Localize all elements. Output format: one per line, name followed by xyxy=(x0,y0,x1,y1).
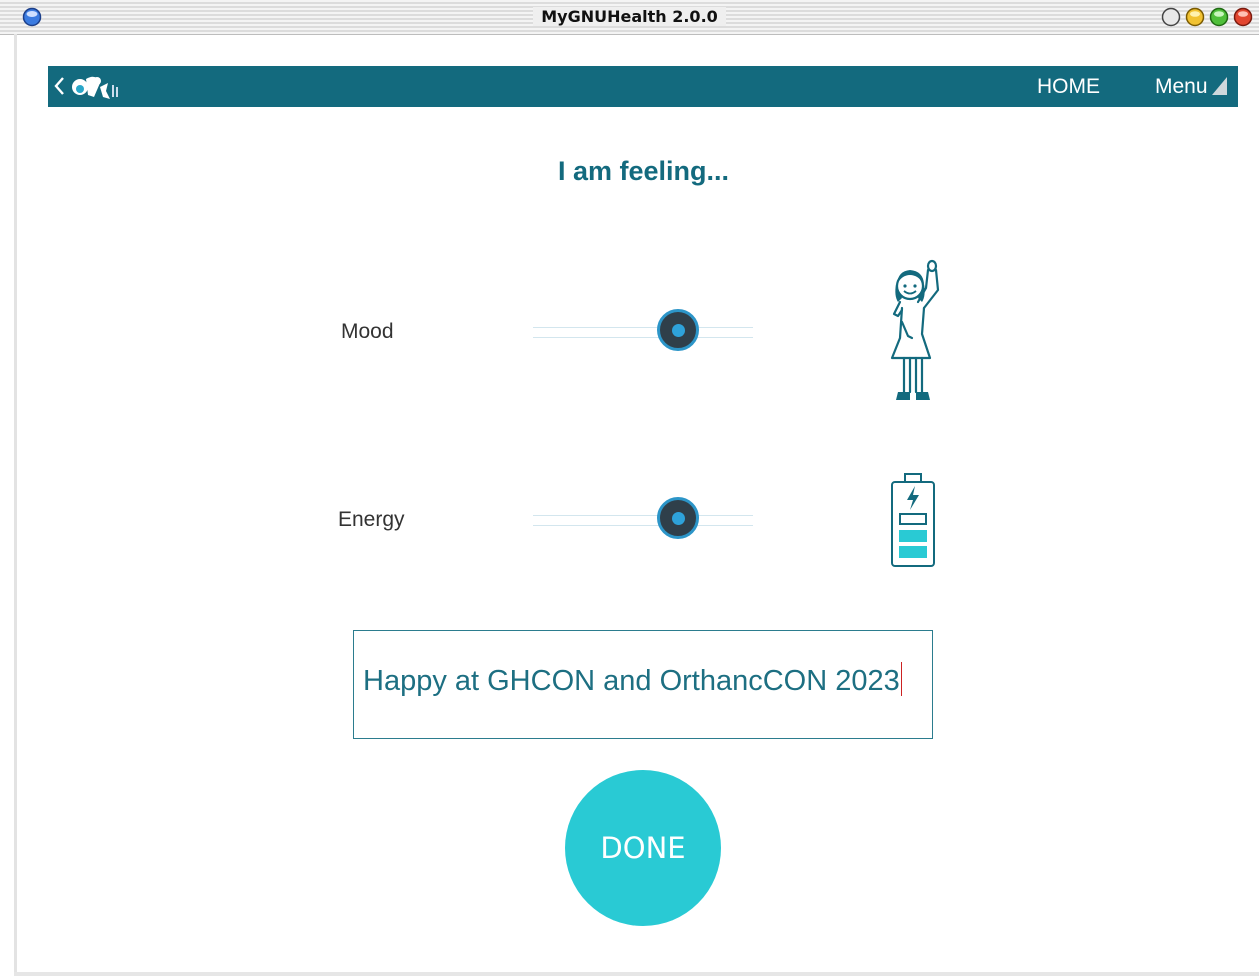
chevron-left-icon[interactable] xyxy=(52,75,66,97)
energy-label: Energy xyxy=(338,508,405,531)
slider-track xyxy=(533,327,753,328)
battery-charging-icon xyxy=(891,473,935,567)
text-cursor xyxy=(900,662,902,696)
window-title: MyGNUHealth 2.0.0 xyxy=(0,7,1259,26)
shade-button[interactable] xyxy=(1161,7,1181,27)
slider-track xyxy=(533,337,753,338)
slider-handle[interactable] xyxy=(657,309,700,351)
triangle-icon[interactable] xyxy=(1211,76,1227,96)
window-bottom-border xyxy=(14,972,1259,976)
close-button[interactable] xyxy=(1233,7,1253,27)
page-title: I am feeling... xyxy=(557,156,730,186)
slider-track xyxy=(533,515,753,516)
mood-label: Mood xyxy=(341,320,394,343)
done-button[interactable]: DONE xyxy=(565,770,721,926)
mood-slider[interactable] xyxy=(533,308,753,356)
window-controls xyxy=(1161,7,1259,27)
slider-track xyxy=(533,525,753,526)
mygnuhealth-logo[interactable] xyxy=(70,73,122,101)
nav-home-link[interactable]: HOME xyxy=(1037,75,1100,99)
app-header: HOME Menu xyxy=(48,66,1238,107)
feeling-note-input[interactable]: Happy at GHCON and OrthancCON 2023 xyxy=(353,630,933,739)
slider-handle[interactable] xyxy=(657,497,700,539)
maximize-button[interactable] xyxy=(1209,7,1229,27)
energy-slider[interactable] xyxy=(533,496,753,544)
nav-menu-button[interactable]: Menu xyxy=(1155,75,1208,99)
happy-person-icon xyxy=(890,259,940,400)
feeling-note-text[interactable]: Happy at GHCON and OrthancCON 2023 xyxy=(363,662,902,698)
minimize-button[interactable] xyxy=(1185,7,1205,27)
window-titlebar: MyGNUHealth 2.0.0 xyxy=(0,0,1259,35)
